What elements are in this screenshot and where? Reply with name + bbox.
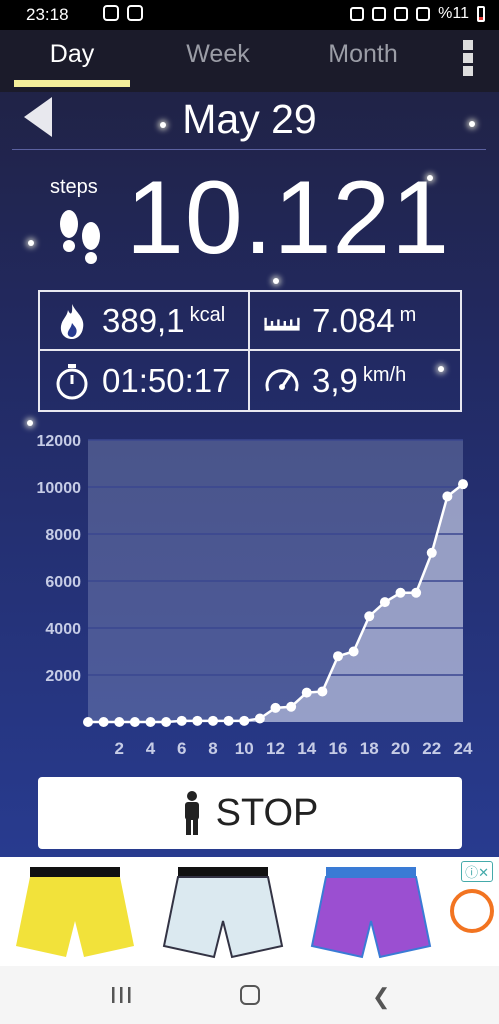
data-point (161, 717, 172, 727)
x-tick-label: 24 (454, 739, 473, 758)
mute-icon (372, 7, 387, 21)
data-point (333, 651, 343, 662)
speed-unit: km/h (362, 364, 407, 386)
whatsapp-icon (103, 5, 119, 21)
data-point (317, 686, 328, 697)
y-tick-label: 6000 (45, 574, 81, 591)
ruler-icon (264, 317, 300, 331)
stats-grid: 389,1 kcal 7.084 m 01:50:17 3,9 km/h (38, 290, 462, 412)
tab-selected-indicator (14, 80, 130, 87)
data-point (208, 715, 218, 726)
x-tick-label: 18 (360, 739, 379, 758)
flame-icon (60, 303, 84, 339)
stop-button[interactable]: STOP (38, 777, 462, 849)
status-time: 23:18 (26, 5, 69, 24)
x-tick-label: 16 (329, 739, 348, 758)
data-point (98, 717, 109, 727)
data-point (223, 715, 234, 726)
data-point (411, 587, 422, 598)
calories-stat: 389,1 kcal (40, 292, 250, 351)
date-title: May 29 (182, 96, 317, 142)
steps-label: steps (50, 176, 98, 198)
duration-stat: 01:50:17 (40, 351, 250, 410)
x-tick-label: 22 (422, 739, 441, 758)
speedometer-icon (265, 368, 299, 392)
wifi-icon (394, 7, 409, 21)
advertiser-logo-icon[interactable] (450, 889, 494, 933)
data-point (270, 702, 281, 713)
data-point (379, 597, 390, 608)
ad-banner[interactable]: ⓘ✕ (0, 857, 499, 966)
steps-count: 10.121 (126, 160, 451, 276)
data-point (458, 479, 468, 490)
tab-day[interactable]: Day (14, 40, 130, 69)
ad-product-image[interactable] (2, 861, 148, 962)
data-point (301, 687, 312, 698)
signal-icon (416, 7, 431, 21)
x-tick-label: 12 (266, 739, 285, 758)
speed-stat: 3,9 km/h (250, 351, 460, 410)
speed-value: 3,9 (312, 361, 358, 399)
tab-week[interactable]: Week (160, 40, 276, 69)
x-tick-label: 6 (177, 739, 186, 758)
data-point (395, 587, 406, 598)
battery-percent: %11 (438, 5, 469, 22)
person-icon (184, 791, 199, 835)
x-tick-label: 4 (146, 739, 156, 758)
y-tick-label: 12000 (37, 433, 82, 450)
tab-bar: Day Week Month (0, 30, 499, 92)
back-icon[interactable]: ❮ (372, 984, 390, 1010)
stopwatch-icon (56, 363, 88, 399)
status-bar: 23:18 %11 (0, 0, 499, 30)
data-point (145, 717, 156, 727)
x-tick-label: 2 (115, 739, 124, 758)
data-point (254, 713, 265, 724)
x-tick-label: 8 (208, 739, 217, 758)
data-point (114, 717, 125, 727)
steps-chart: 200040006000800010000120002 4 6 8 10 12 14 16 18… (37, 433, 473, 758)
y-tick-label: 8000 (45, 527, 81, 544)
duration-value: 01:50:17 (102, 361, 231, 399)
data-point (286, 701, 297, 712)
data-point (239, 715, 250, 726)
x-tick-label: 14 (297, 739, 316, 758)
app-screen: Day Week Month May 29 steps 10.121 389,1… (0, 30, 499, 857)
overflow-menu-icon[interactable] (463, 40, 473, 76)
distance-value: 7.084 (312, 301, 395, 339)
data-point (83, 717, 93, 727)
data-point (442, 491, 453, 502)
home-icon[interactable] (240, 985, 260, 1005)
data-point (192, 715, 203, 726)
data-point (348, 646, 359, 657)
ad-choices-icon[interactable]: ⓘ✕ (461, 861, 493, 882)
notification-icon (127, 5, 143, 21)
recent-apps-icon[interactable] (110, 986, 132, 1004)
ad-product-image[interactable] (150, 861, 296, 962)
ad-product-image[interactable] (298, 861, 444, 962)
tab-month[interactable]: Month (300, 40, 426, 69)
stop-button-label: STOP (215, 791, 319, 834)
data-point (176, 715, 187, 726)
calories-value: 389,1 (102, 301, 185, 339)
data-point (364, 611, 375, 622)
alarm-icon (350, 7, 365, 21)
divider (12, 149, 486, 150)
data-point (129, 717, 140, 727)
system-nav-bar: ❮ (0, 966, 499, 1024)
x-tick-label: 10 (235, 739, 254, 758)
footprints-icon (60, 210, 100, 264)
battery-icon (477, 6, 485, 22)
x-tick-label: 20 (391, 739, 410, 758)
distance-stat: 7.084 m (250, 292, 460, 351)
distance-unit: m (399, 304, 417, 326)
y-tick-label: 10000 (37, 480, 82, 497)
y-tick-label: 2000 (45, 668, 81, 685)
y-tick-label: 4000 (45, 621, 81, 638)
data-point (426, 547, 437, 558)
calories-unit: kcal (189, 304, 226, 326)
